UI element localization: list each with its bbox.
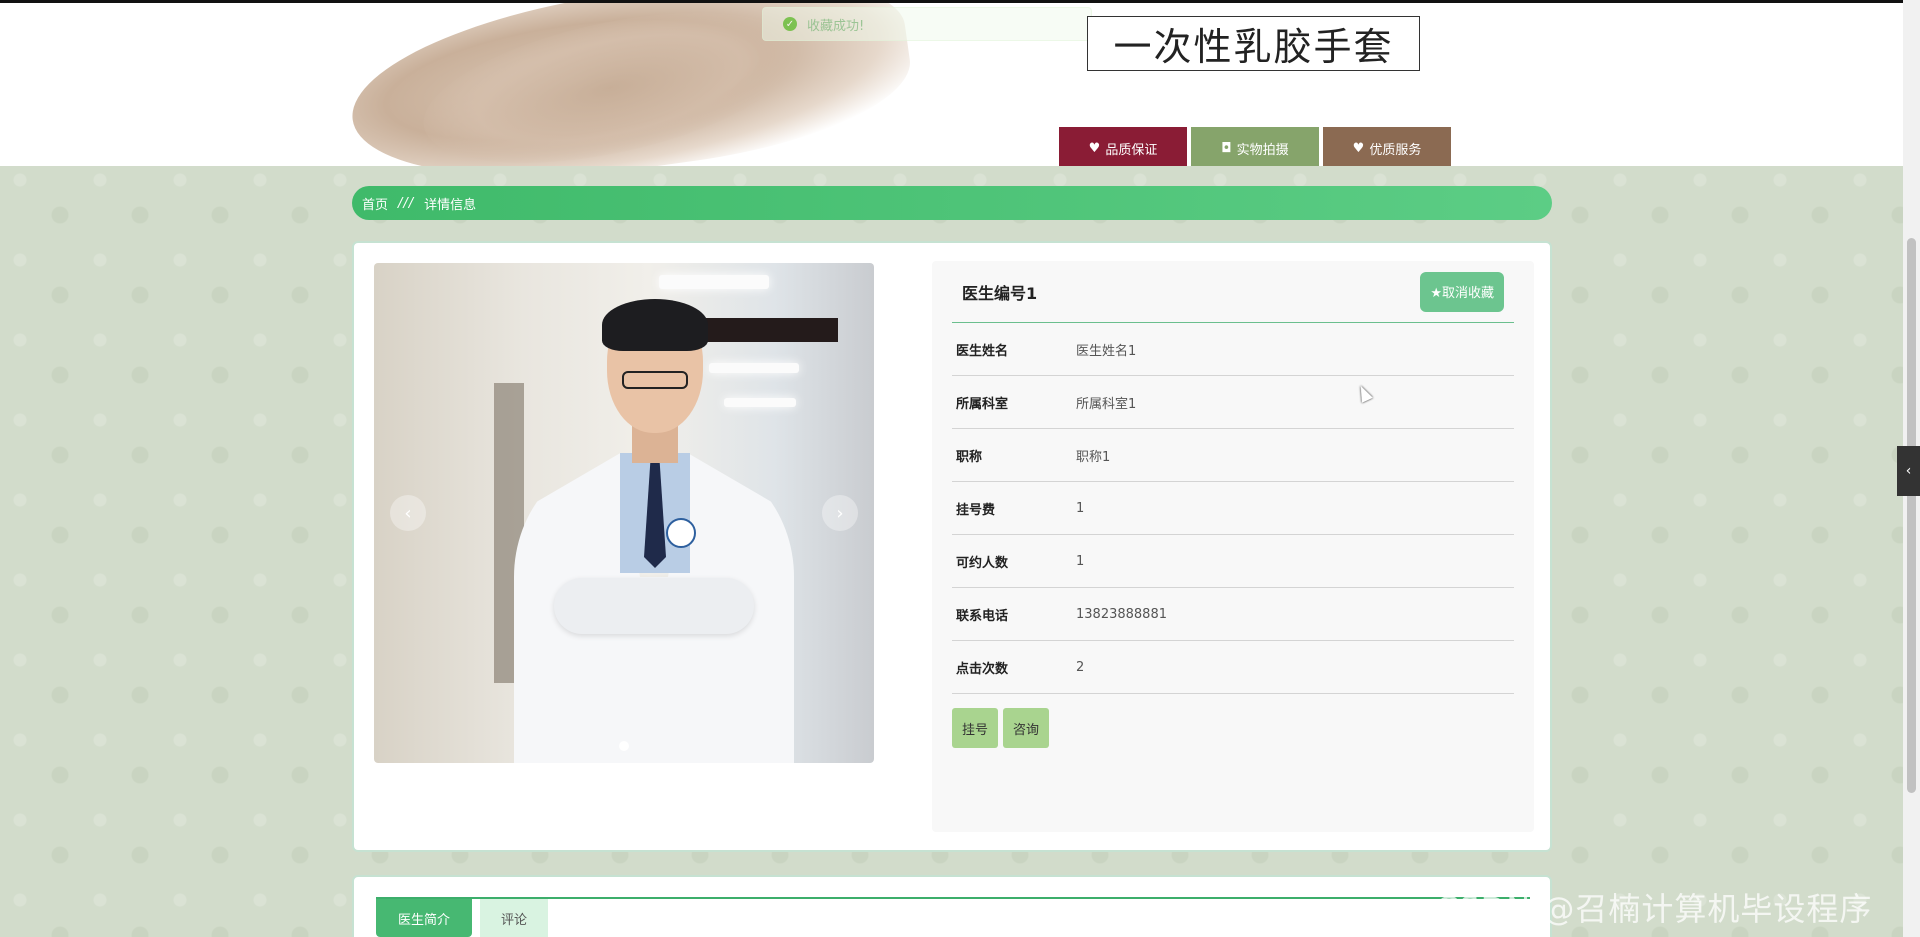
scrollbar-thumb[interactable] (1907, 238, 1916, 793)
info-row-fee: 挂号费 1 (952, 482, 1514, 535)
check-circle-icon: ✓ (783, 17, 797, 31)
info-row-capacity: 可约人数 1 (952, 535, 1514, 588)
badge-quality: ♥ 品质保证 (1059, 127, 1187, 166)
info-row-phone: 联系电话 13823888881 (952, 588, 1514, 641)
camera-icon: ◘ (1221, 140, 1232, 156)
breadcrumb: 首页 /// 详情信息 (352, 186, 1552, 220)
info-panel: 医生编号1 ★取消收藏 医生姓名 医生姓名1 所属科室 所属科室1 职称 职称1… (932, 261, 1534, 832)
heart-icon: ♥ (1088, 140, 1101, 156)
info-label: 联系电话 (956, 608, 1009, 624)
doctor-number-title: 医生编号1 (962, 283, 1038, 303)
badge-label: 品质保证 (1105, 142, 1158, 158)
success-toast: ✓ 收藏成功! (762, 7, 1092, 41)
doctor-glasses (622, 371, 688, 389)
register-button[interactable]: 挂号 (952, 708, 999, 748)
info-value: 13823888881 (1076, 606, 1167, 622)
tabs-divider (376, 897, 1530, 899)
consult-button[interactable]: 咨询 (1003, 708, 1050, 748)
feature-badges: ♥ 品质保证 ◘ 实物拍摄 ♥ 优质服务 (1059, 127, 1451, 166)
breadcrumb-home-link[interactable]: 首页 (362, 194, 388, 213)
badge-service: ♥ 优质服务 (1323, 127, 1451, 166)
breadcrumb-current: 详情信息 (424, 197, 477, 213)
doctor-badge (666, 518, 696, 548)
image-carousel[interactable]: ‹ › (374, 263, 874, 763)
info-value: 1 (1076, 500, 1085, 516)
info-label: 所属科室 (956, 396, 1009, 412)
carousel-dot[interactable] (619, 741, 629, 751)
info-label: 点击次数 (956, 661, 1009, 677)
unfavorite-button[interactable]: ★取消收藏 (1420, 271, 1504, 312)
tab-comments[interactable]: 评论 (480, 899, 548, 937)
detail-card: ‹ › 医生编号1 ★取消收藏 医生姓名 医生姓名1 所属科室 所属科室1 职称… (352, 241, 1552, 852)
breadcrumb-separator: /// (398, 195, 415, 211)
doctor-photo (494, 299, 814, 763)
info-row-department: 所属科室 所属科室1 (952, 376, 1514, 429)
badge-label: 优质服务 (1369, 142, 1422, 158)
doctor-arms (554, 578, 754, 634)
carousel-indicators (374, 741, 874, 751)
info-row-name: 医生姓名 医生姓名1 (952, 323, 1514, 376)
info-label: 挂号费 (956, 502, 996, 518)
heart-icon: ♥ (1352, 140, 1365, 156)
info-value: 职称1 (1076, 449, 1111, 465)
info-value: 2 (1076, 659, 1085, 675)
carousel-prev-button[interactable]: ‹ (390, 495, 426, 531)
info-value: 医生姓名1 (1076, 343, 1137, 359)
info-value: 所属科室1 (1076, 396, 1137, 412)
badge-label: 实物拍摄 (1236, 142, 1289, 158)
side-panel-toggle[interactable]: ‹ (1897, 446, 1920, 496)
doctor-hair (602, 299, 708, 351)
toast-message: 收藏成功! (807, 18, 865, 34)
watermark: CSDN @召楠计算机毕设程序 (1436, 890, 1873, 928)
info-row-clicks: 点击次数 2 (952, 641, 1514, 694)
tab-doctor-intro[interactable]: 医生简介 (376, 899, 472, 937)
info-label: 医生姓名 (956, 343, 1009, 359)
info-value: 1 (1076, 553, 1085, 569)
action-buttons: 挂号 咨询 (952, 708, 1514, 748)
header-banner: ✓ 收藏成功! 一次性乳胶手套 ♥ 品质保证 ◘ 实物拍摄 ♥ 优质服务 (0, 0, 1920, 166)
info-header: 医生编号1 ★取消收藏 (952, 261, 1514, 323)
tabs-card: 医生简介 评论 (352, 875, 1552, 937)
info-row-title: 职称 职称1 (952, 429, 1514, 482)
carousel-next-button[interactable]: › (822, 495, 858, 531)
badge-photo: ◘ 实物拍摄 (1191, 127, 1319, 166)
info-label: 可约人数 (956, 555, 1009, 571)
info-label: 职称 (956, 449, 983, 465)
ceiling-light (659, 275, 769, 289)
product-title: 一次性乳胶手套 (1087, 16, 1420, 71)
